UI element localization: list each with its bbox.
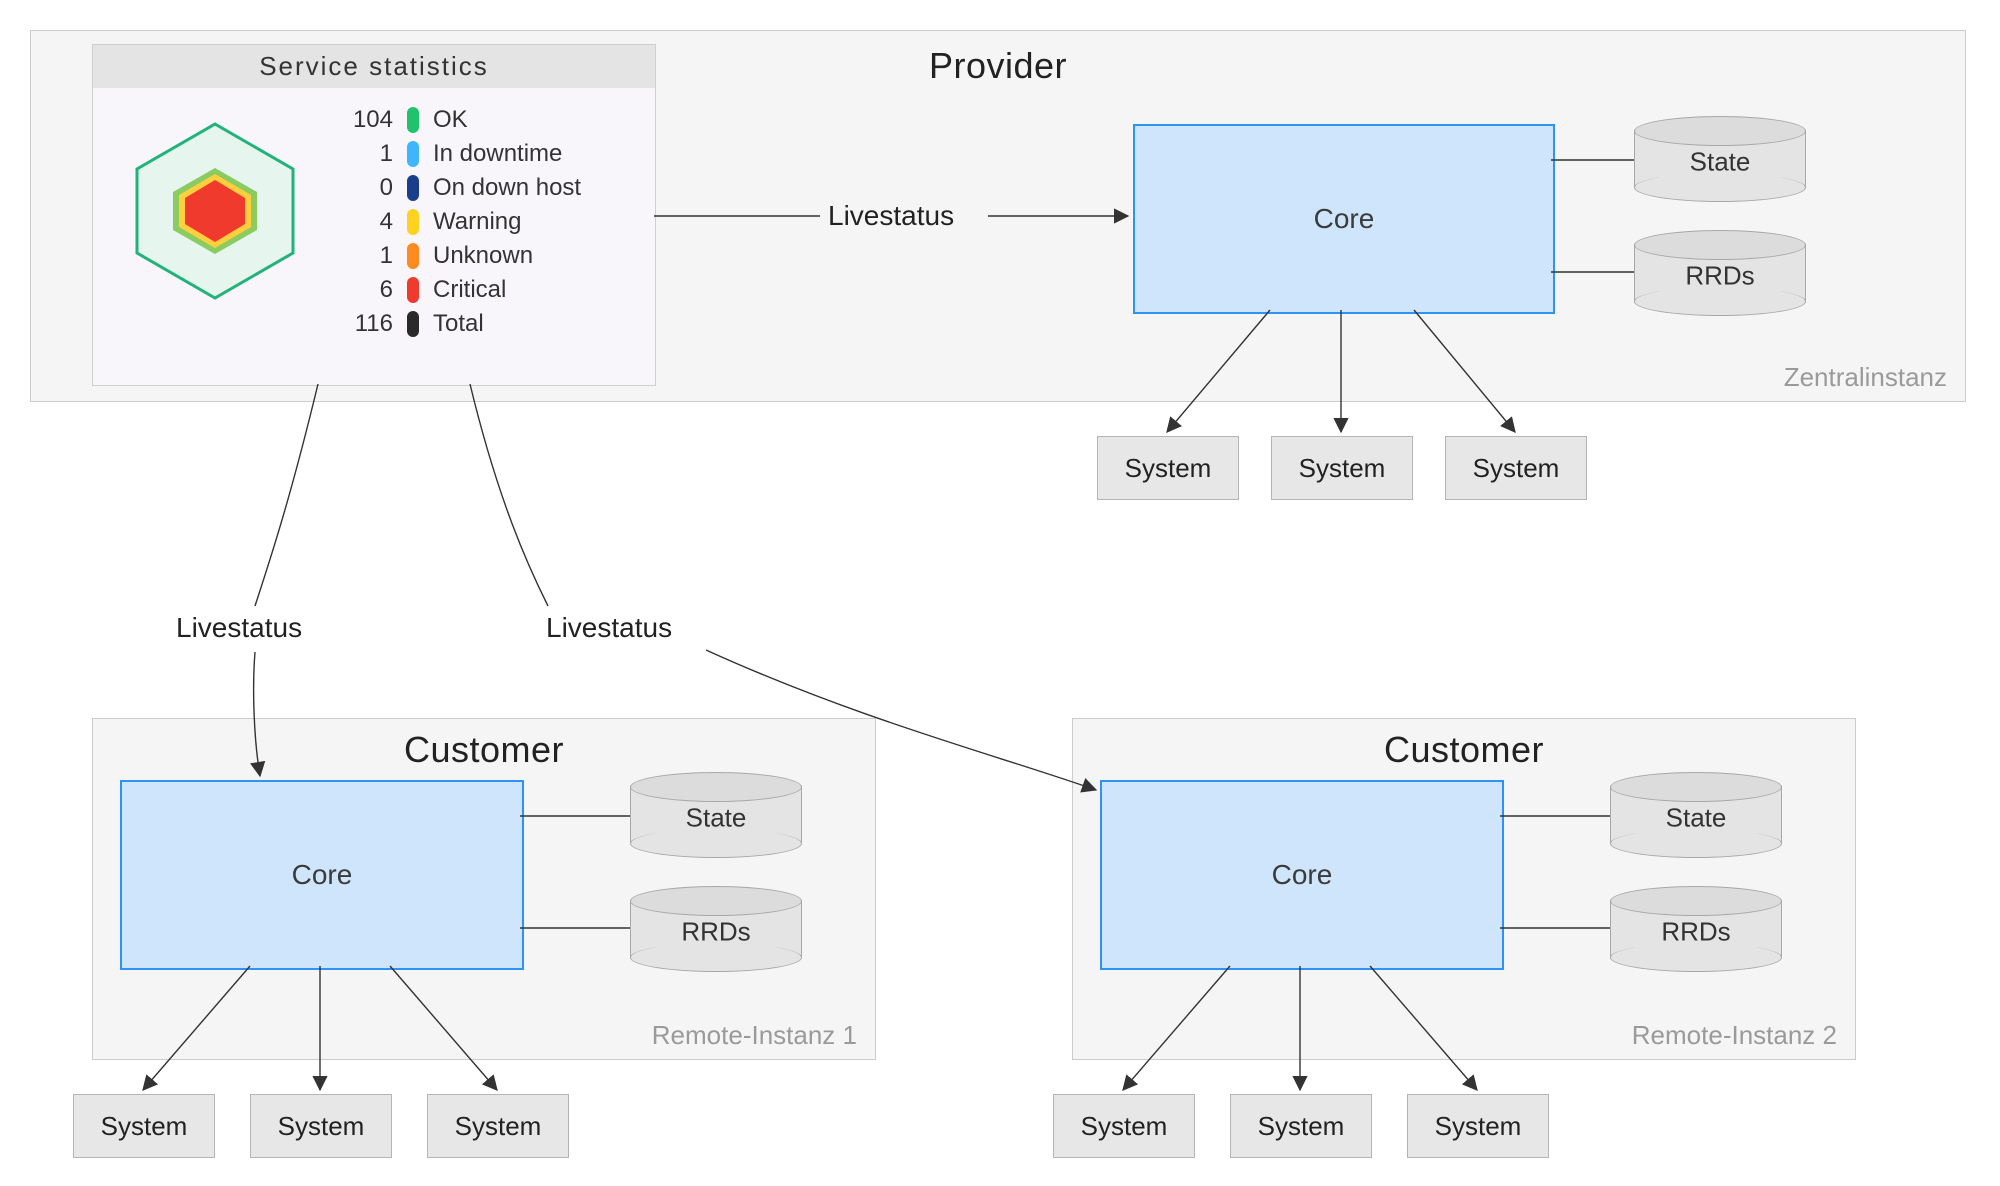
pill-downtime (407, 141, 419, 167)
pill-unknown (407, 243, 419, 269)
diagram-canvas: Provider Zentralinstanz Service statisti… (0, 0, 2000, 1186)
customer2-title: Customer (1384, 729, 1544, 771)
customer2-system-3: System (1407, 1094, 1549, 1158)
stats-title: Service statistics (93, 45, 655, 88)
provider-system-3: System (1445, 436, 1587, 500)
provider-core: Core (1133, 124, 1555, 314)
customer2-system-2: System (1230, 1094, 1372, 1158)
pill-downhost (407, 175, 419, 201)
customer1-core: Core (120, 780, 524, 970)
stat-row-downtime: 1In downtime (333, 140, 581, 168)
customer2-core: Core (1100, 780, 1504, 970)
pill-ok (407, 107, 419, 133)
stat-row-total: 116Total (333, 310, 581, 338)
stat-row-downhost: 0On down host (333, 174, 581, 202)
service-statistics-panel: Service statistics 104OK 1In downtime 0O… (92, 44, 656, 386)
stat-row-ok: 104OK (333, 106, 581, 134)
customer1-system-3: System (427, 1094, 569, 1158)
stats-hex-icon (115, 106, 315, 316)
customer2-system-1: System (1053, 1094, 1195, 1158)
provider-system-1: System (1097, 436, 1239, 500)
label-livestatus-c1: Livestatus (176, 612, 302, 644)
customer2-db-state: State (1610, 772, 1782, 858)
customer1-system-2: System (250, 1094, 392, 1158)
customer1-title: Customer (404, 729, 564, 771)
customer2-sub: Remote-Instanz 2 (1632, 1020, 1837, 1051)
label-livestatus-c2: Livestatus (546, 612, 672, 644)
provider-title: Provider (929, 45, 1067, 87)
stat-row-critical: 6Critical (333, 276, 581, 304)
customer1-system-1: System (73, 1094, 215, 1158)
pill-critical (407, 277, 419, 303)
customer2-db-rrds: RRDs (1610, 886, 1782, 972)
stat-row-unknown: 1Unknown (333, 242, 581, 270)
provider-system-2: System (1271, 436, 1413, 500)
provider-db-rrds: RRDs (1634, 230, 1806, 316)
customer1-sub: Remote-Instanz 1 (652, 1020, 857, 1051)
pill-warning (407, 209, 419, 235)
provider-sub: Zentralinstanz (1784, 362, 1947, 393)
provider-db-state: State (1634, 116, 1806, 202)
stats-rows: 104OK 1In downtime 0On down host 4Warnin… (333, 106, 581, 338)
label-livestatus-provider: Livestatus (828, 200, 954, 232)
stat-row-warning: 4Warning (333, 208, 581, 236)
customer1-db-state: State (630, 772, 802, 858)
customer1-db-rrds: RRDs (630, 886, 802, 972)
pill-total (407, 311, 419, 337)
